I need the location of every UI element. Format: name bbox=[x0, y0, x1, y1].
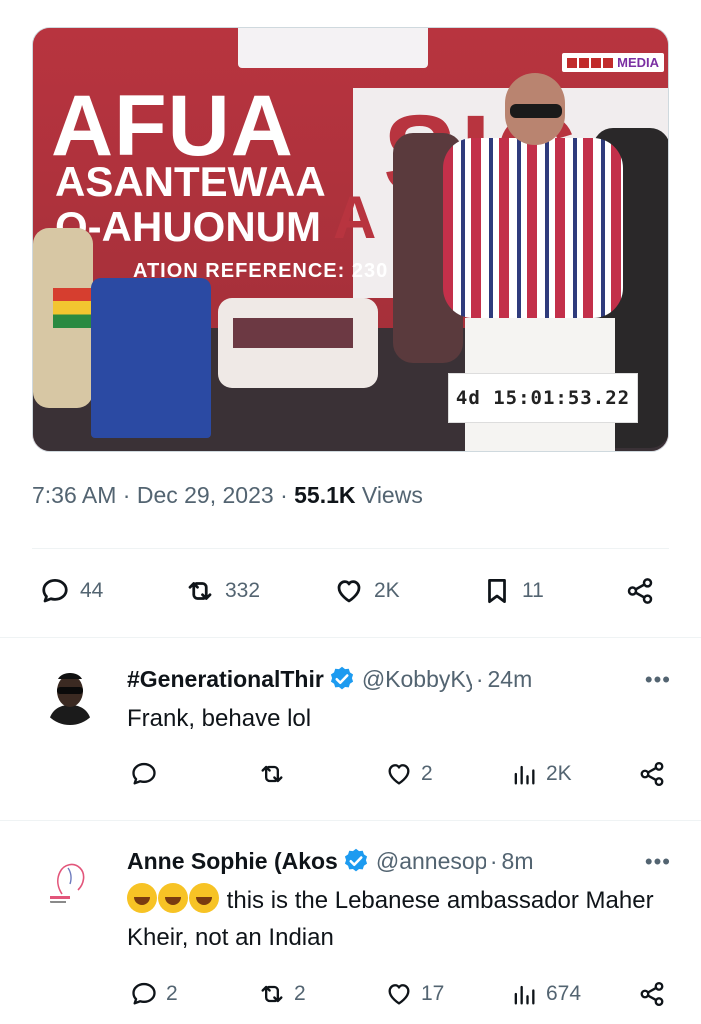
tweet-video[interactable]: SIG A AFUA ASANTEWAA O-AHUONUM ATION REF… bbox=[32, 27, 669, 452]
views-button[interactable]: 674 bbox=[510, 980, 581, 1008]
views-count: 2K bbox=[546, 762, 572, 785]
avatar-image bbox=[50, 863, 85, 903]
repost-button[interactable]: 2 bbox=[258, 980, 306, 1008]
video-title-line-1: AFUA bbox=[51, 78, 294, 174]
rofl-emoji-icon bbox=[189, 883, 219, 913]
tweet-time[interactable]: 7:36 AM bbox=[32, 482, 116, 508]
more-options-icon[interactable]: ••• bbox=[645, 849, 671, 875]
avatar[interactable] bbox=[40, 850, 100, 910]
heart-icon bbox=[388, 984, 410, 1005]
video-title-line-3: O-AHUONUM bbox=[55, 203, 321, 250]
rofl-emoji-icon bbox=[158, 883, 188, 913]
heart-icon bbox=[388, 764, 410, 785]
video-man-glasses bbox=[510, 104, 562, 118]
analytics-icon bbox=[514, 985, 535, 1005]
verified-badge-icon bbox=[330, 666, 353, 690]
avatar[interactable] bbox=[40, 665, 100, 725]
analytics-icon bbox=[514, 765, 535, 785]
share-button[interactable] bbox=[625, 576, 655, 606]
bookmark-button[interactable]: 11 bbox=[482, 576, 544, 606]
video-timer-overlay: 4d 15:01:53.22 bbox=[448, 373, 638, 423]
reply-actions: 2 2K bbox=[0, 760, 701, 796]
repost-icon bbox=[261, 765, 283, 783]
bookmark-count: 11 bbox=[522, 579, 544, 602]
tweet-meta: 7:36 AM · Dec 29, 2023 · 55.1K Views bbox=[32, 482, 423, 509]
repost-icon bbox=[188, 582, 212, 600]
reply-time[interactable]: 24m bbox=[488, 666, 533, 693]
like-count: 17 bbox=[421, 982, 445, 1005]
header-separator: · bbox=[475, 665, 484, 692]
video-sofa-band bbox=[233, 318, 353, 348]
divider bbox=[32, 548, 669, 549]
tweet-date[interactable]: Dec 29, 2023 bbox=[137, 482, 274, 508]
share-button[interactable] bbox=[638, 980, 666, 1008]
bookmark-icon bbox=[488, 579, 506, 603]
like-button[interactable]: 17 bbox=[385, 980, 444, 1008]
like-button[interactable]: 2K bbox=[334, 576, 400, 606]
watermark-word: MEDIA bbox=[617, 55, 659, 70]
reply-actions: 2 2 17 674 bbox=[0, 980, 701, 1016]
user-handle[interactable]: @KobbyKy bbox=[362, 666, 472, 693]
heart-icon bbox=[337, 580, 361, 603]
reply-button[interactable]: 2 bbox=[130, 980, 178, 1008]
video-wall-letters-2: A bbox=[333, 184, 377, 251]
repost-button[interactable]: 332 bbox=[185, 576, 260, 606]
reply-header: Anne Sophie (Akos @annesoph · 8m bbox=[127, 847, 533, 875]
repost-button[interactable] bbox=[258, 760, 294, 788]
reply-tweet[interactable]: Anne Sophie (Akos @annesoph · 8m ••• thi… bbox=[0, 820, 701, 1024]
views-count: 674 bbox=[546, 982, 582, 1005]
reply-button[interactable]: 44 bbox=[40, 576, 103, 606]
repost-count: 332 bbox=[225, 579, 261, 602]
like-button[interactable]: 2 bbox=[385, 760, 433, 788]
verified-badge-icon bbox=[344, 848, 367, 872]
repost-icon bbox=[261, 985, 283, 1003]
video-banner bbox=[238, 28, 428, 68]
rofl-emoji-icon bbox=[127, 883, 157, 913]
share-icon bbox=[640, 761, 664, 787]
more-options-icon[interactable]: ••• bbox=[645, 667, 671, 693]
video-blue-chair bbox=[91, 278, 211, 438]
repost-count: 2 bbox=[294, 982, 306, 1005]
reply-icon bbox=[42, 579, 68, 603]
watermark-blocks bbox=[567, 57, 614, 68]
reply-text: Frank, behave lol bbox=[127, 705, 312, 732]
display-name[interactable]: Anne Sophie (Akos bbox=[127, 848, 338, 875]
video-man-shirt bbox=[443, 138, 623, 318]
video-watermark: MEDIA bbox=[562, 53, 664, 72]
views-label: Views bbox=[361, 482, 423, 508]
views-button[interactable]: 2K bbox=[510, 760, 572, 788]
avatar-image bbox=[48, 673, 92, 725]
video-flag bbox=[53, 288, 93, 328]
reply-icon bbox=[132, 982, 156, 1005]
reply-count: 2 bbox=[166, 982, 178, 1005]
reply-icon bbox=[132, 762, 156, 785]
reply-time[interactable]: 8m bbox=[502, 848, 534, 875]
display-name[interactable]: #GenerationalThir bbox=[127, 666, 324, 693]
reply-count: 44 bbox=[80, 579, 104, 602]
share-icon bbox=[627, 578, 653, 604]
header-separator: · bbox=[489, 847, 498, 874]
meta-separator: · bbox=[280, 482, 295, 508]
reply-header: #GenerationalThir @KobbyKy · 24m bbox=[127, 665, 532, 693]
user-handle[interactable]: @annesoph bbox=[376, 848, 486, 875]
views-count: 55.1K bbox=[294, 482, 356, 508]
reply-text: this is the Lebanese ambassador Maher Kh… bbox=[127, 882, 667, 956]
meta-separator: · bbox=[122, 482, 137, 508]
video-title-line-2: ASANTEWAA bbox=[55, 158, 326, 205]
like-count: 2K bbox=[374, 579, 400, 602]
like-count: 2 bbox=[421, 762, 433, 785]
share-icon bbox=[640, 981, 664, 1007]
share-button[interactable] bbox=[638, 760, 666, 788]
reply-tweet[interactable]: #GenerationalThir @KobbyKy · 24m ••• Fra… bbox=[0, 637, 701, 820]
reply-button[interactable] bbox=[130, 760, 166, 788]
